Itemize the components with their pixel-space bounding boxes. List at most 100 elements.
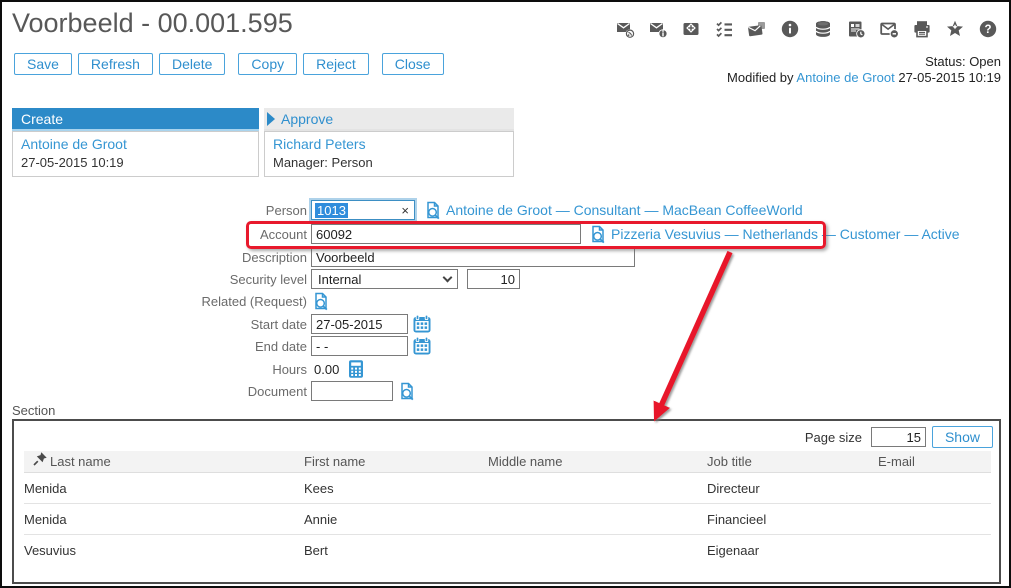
related-label: Related (Request): [2, 294, 307, 309]
person-link[interactable]: Antoine de Groot — Consultant — MacBean …: [446, 202, 803, 218]
modified-user-link[interactable]: Antoine de Groot: [796, 70, 894, 85]
start-date-input[interactable]: [311, 314, 408, 334]
workflow-step-approve: Approve Richard Peters Manager: Person: [264, 108, 514, 177]
table-row[interactable]: Menida Annie Financieel: [24, 504, 991, 535]
cell-first-name: Kees: [304, 473, 334, 504]
start-date-calendar-icon[interactable]: [412, 314, 432, 334]
person-value: 1013: [315, 203, 348, 218]
table-row[interactable]: Menida Kees Directeur: [24, 473, 991, 504]
column-header-email[interactable]: E-mail: [878, 451, 915, 473]
form-row-hours: Hours 0.00: [2, 359, 1009, 379]
related-lookup-icon[interactable]: [311, 291, 331, 311]
form-row-security-level: Security level Internal: [2, 269, 1009, 289]
workflow-step-create-body: Antoine de Groot 27-05-2015 10:19: [12, 131, 259, 177]
cell-job-title: Financieel: [707, 504, 766, 535]
document-history-icon[interactable]: [846, 19, 866, 39]
section-box: Page size Show Last name First name Midd…: [12, 419, 1001, 584]
form-row-account: Account Pizzeria Vesuvius — Netherlands …: [2, 224, 1009, 244]
checklist-icon[interactable]: [714, 19, 734, 39]
page-title: Voorbeeld - 00.001.595: [12, 8, 293, 39]
workflow-arrow-icon: [267, 112, 275, 126]
forward-message-icon[interactable]: [615, 19, 635, 39]
security-level-label: Security level: [2, 272, 307, 287]
contacts-table: Last name First name Middle name Job tit…: [24, 451, 991, 566]
show-button[interactable]: Show: [932, 426, 993, 448]
page-size-label: Page size: [805, 430, 862, 445]
document-label: Document: [2, 384, 307, 399]
page-size-row: Page size Show: [805, 426, 993, 448]
workflow-step-approve-body: Richard Peters Manager: Person: [264, 131, 514, 177]
column-header-middle-name[interactable]: Middle name: [488, 451, 562, 473]
cell-job-title: Directeur: [707, 473, 760, 504]
open-message-icon[interactable]: [681, 19, 701, 39]
cell-last-name: Menida: [24, 473, 67, 504]
cell-last-name: Menida: [24, 504, 67, 535]
form-row-description: Description: [2, 247, 1009, 267]
database-icon[interactable]: [813, 19, 833, 39]
account-lookup-icon[interactable]: [588, 224, 608, 244]
favorite-icon[interactable]: [945, 19, 965, 39]
delete-button[interactable]: Delete: [159, 53, 225, 75]
cell-job-title: Eigenaar: [707, 535, 759, 566]
help-icon[interactable]: ?: [978, 19, 998, 39]
account-label: Account: [2, 227, 307, 242]
form-row-person: Person 1013 × Antoine de Groot — Consult…: [2, 200, 1009, 220]
column-header-job-title[interactable]: Job title: [707, 451, 752, 473]
workflow-step-create: Create Antoine de Groot 27-05-2015 10:19: [12, 108, 259, 177]
column-header-last-name[interactable]: Last name: [50, 451, 111, 473]
cell-first-name: Bert: [304, 535, 328, 566]
page-size-input[interactable]: [871, 427, 926, 447]
workflow-step-approve-label: Approve: [281, 111, 333, 127]
form-row-related: Related (Request): [2, 291, 1009, 311]
end-date-input[interactable]: [311, 336, 408, 356]
mail-status-icon[interactable]: [879, 19, 899, 39]
person-lookup-icon[interactable]: [423, 200, 443, 220]
hours-label: Hours: [2, 362, 307, 377]
print-icon[interactable]: [912, 19, 932, 39]
workflow-create-user-link[interactable]: Antoine de Groot: [21, 136, 127, 152]
table-row[interactable]: Vesuvius Bert Eigenaar: [24, 535, 991, 566]
section-label: Section: [12, 403, 55, 418]
info-icon[interactable]: [780, 19, 800, 39]
start-date-label: Start date: [2, 317, 307, 332]
table-header: Last name First name Middle name Job tit…: [24, 451, 991, 473]
svg-text:?: ?: [984, 24, 991, 36]
form-row-end-date: End date: [2, 336, 1009, 356]
workflow-step-approve-header[interactable]: Approve: [264, 108, 514, 131]
form-row-document: Document: [2, 381, 1009, 401]
clear-icon[interactable]: ×: [401, 204, 411, 217]
end-date-calendar-icon[interactable]: [412, 336, 432, 356]
record-window: Voorbeeld - 00.001.595: [0, 0, 1011, 588]
account-input[interactable]: [311, 224, 581, 244]
pin-column-icon[interactable]: [32, 451, 48, 467]
person-input[interactable]: 1013 ×: [311, 200, 415, 220]
copy-button[interactable]: Copy: [238, 53, 297, 75]
message-archive-icon[interactable]: [747, 19, 767, 39]
column-header-first-name[interactable]: First name: [304, 451, 365, 473]
security-level-number-input[interactable]: [467, 269, 520, 289]
header-icon-bar: ?: [615, 19, 998, 39]
message-info-icon[interactable]: [648, 19, 668, 39]
workflow-create-timestamp: 27-05-2015 10:19: [21, 155, 250, 170]
description-label: Description: [2, 250, 307, 265]
hours-calculator-icon[interactable]: [346, 359, 366, 379]
document-input[interactable]: [311, 381, 393, 401]
reject-button[interactable]: Reject: [303, 53, 369, 75]
cell-last-name: Vesuvius: [24, 535, 76, 566]
account-link[interactable]: Pizzeria Vesuvius — Netherlands — Custom…: [611, 226, 960, 242]
description-input[interactable]: [311, 247, 635, 267]
save-button[interactable]: Save: [14, 53, 72, 75]
refresh-button[interactable]: Refresh: [78, 53, 153, 75]
workflow-approve-role: Manager: Person: [273, 155, 505, 170]
security-level-select[interactable]: Internal: [311, 269, 458, 289]
close-button[interactable]: Close: [382, 53, 444, 75]
modified-line: Modified by Antoine de Groot 27-05-2015 …: [727, 70, 1001, 85]
toolbar: Save Refresh Delete Copy Reject Close: [14, 53, 444, 75]
workflow-approve-user-link[interactable]: Richard Peters: [273, 136, 366, 152]
hours-value: 0.00: [314, 362, 339, 377]
status-text: Status: Open: [925, 54, 1001, 69]
cell-first-name: Annie: [304, 504, 337, 535]
workflow-step-create-header[interactable]: Create: [12, 108, 259, 131]
document-lookup-icon[interactable]: [397, 381, 417, 401]
end-date-label: End date: [2, 339, 307, 354]
